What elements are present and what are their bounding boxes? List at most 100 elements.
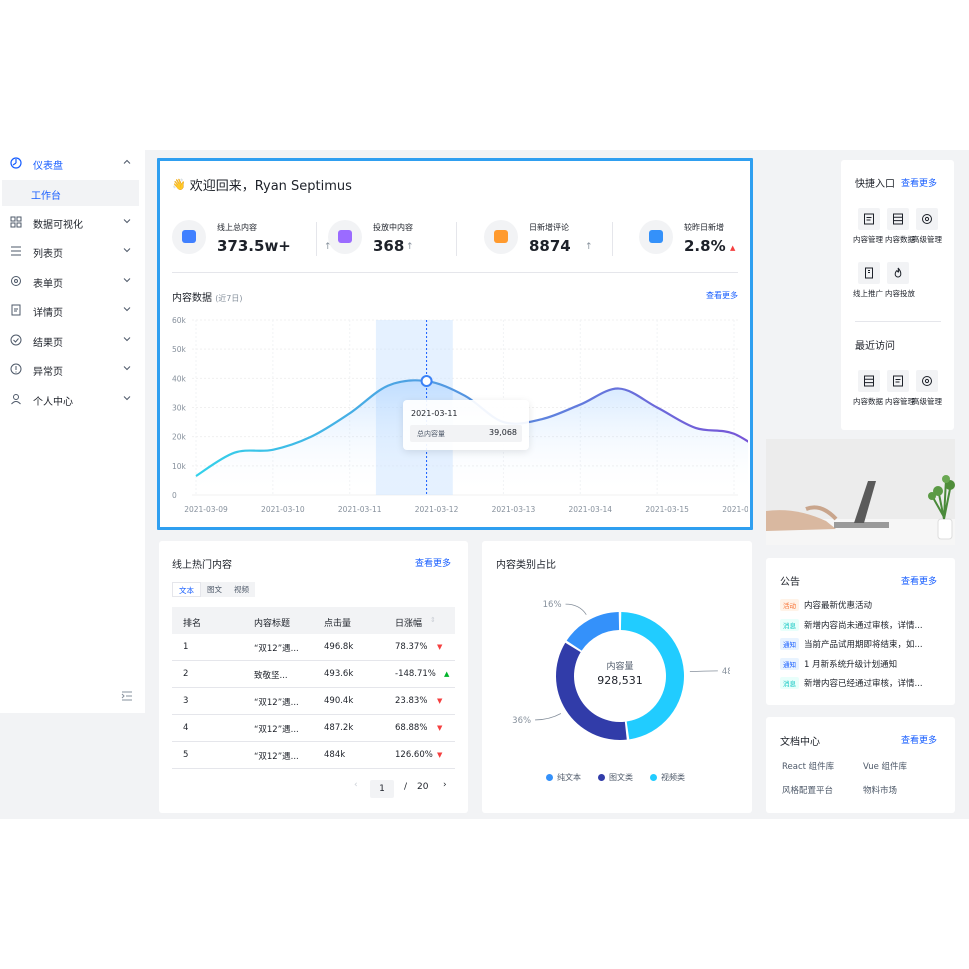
legend-item[interactable]: 纯文本 [546, 772, 581, 783]
cell-clicks: 487.2k [324, 723, 354, 733]
doc-link-material-market[interactable]: 物料市场 [863, 784, 897, 796]
sidebar-item-6[interactable]: 异常页 [0, 356, 145, 382]
x-tick-label: 2021-03-16 [722, 505, 748, 514]
recent-file-text-button[interactable] [887, 370, 909, 392]
chevron-down-icon [123, 219, 131, 224]
notice-item[interactable]: 消息 新增内容已经通过审核，详情... [780, 676, 923, 690]
quick-entry-settings-button[interactable] [916, 208, 938, 230]
quick-entry-file-text-button[interactable] [858, 208, 880, 230]
sidebar-item-label: 结果页 [33, 338, 63, 349]
tab-text[interactable]: 文本 [172, 582, 201, 597]
arrow-down-icon: ▼ [437, 643, 443, 651]
pagination-next-button[interactable]: › [443, 780, 447, 790]
recent-storage-button[interactable] [858, 370, 880, 392]
quick-entry-fire-button[interactable] [887, 262, 909, 284]
y-tick-label: 60k [172, 316, 187, 325]
stat-icon [172, 220, 206, 254]
table-row[interactable]: 1 “双12”遇... 496.8k 78.37% ▼ [172, 634, 455, 661]
pagination-current-page[interactable]: 1 [370, 780, 394, 798]
fire-icon [894, 267, 902, 278]
cell-title: “双12”遇... [254, 644, 299, 654]
stat-card-2: 日新增评论 8874 ↑ [484, 220, 624, 260]
cell-rank: 2 [183, 669, 189, 679]
cell-rank: 1 [183, 642, 189, 652]
notice-text: 1 月新系统升级计划通知 [804, 659, 898, 670]
notice-text: 新增内容已经通过审核，详情... [804, 679, 923, 689]
cell-clicks: 484k [324, 750, 346, 760]
notice-more-link[interactable]: 查看更多 [901, 574, 937, 587]
sidebar-item-5[interactable]: 结果页 [0, 327, 145, 353]
stat-label: 线上总内容 [217, 223, 257, 232]
column-change[interactable]: 日涨幅 [395, 616, 422, 629]
x-tick-label: 2021-03-14 [568, 505, 612, 514]
donut-slice-图文类[interactable] [556, 642, 627, 740]
stat-value: 368 [373, 237, 405, 255]
notice-item[interactable]: 消息 新增内容尚未通过审核，详情... [780, 618, 923, 632]
sort-icon[interactable]: ⇕ [430, 616, 436, 624]
docs-more-link[interactable]: 查看更多 [901, 733, 937, 746]
legend-item[interactable]: 图文类 [598, 772, 633, 783]
legend-item[interactable]: 视频类 [650, 772, 685, 783]
cell-rank: 5 [183, 750, 189, 760]
arrow-down-icon: ▼ [437, 697, 443, 705]
quick-entry-storage-button[interactable] [887, 208, 909, 230]
stat-trend-icon: ↑ [585, 242, 593, 252]
stat-label: 较昨日新增 [684, 223, 724, 232]
cell-rank: 3 [183, 696, 189, 706]
sidebar-subitem-workbench[interactable]: 工作台 [2, 180, 139, 206]
sidebar-item-4[interactable]: 详情页 [0, 297, 145, 323]
doc-link-style-config[interactable]: 风格配置平台 [782, 784, 833, 796]
quick-entry-label: 内容数据 [885, 235, 915, 244]
arrow-up-icon: ▲ [444, 670, 450, 678]
settings-icon [922, 376, 932, 386]
quick-entry-mobile-button[interactable] [858, 262, 880, 284]
column-title: 内容标题 [254, 619, 291, 629]
x-tick-label: 2021-03-11 [338, 505, 382, 514]
notice-item[interactable]: 通知 1 月新系统升级计划通知 [780, 657, 897, 671]
donut-slice-纯文本[interactable] [566, 612, 620, 651]
chevron-down-icon [123, 366, 131, 371]
pagination-separator: / [404, 782, 408, 792]
doc-link-react[interactable]: React 组件库 [782, 760, 834, 772]
tab-image-text[interactable]: 图文 [201, 582, 228, 597]
wave-emoji-icon: 👋 [172, 178, 186, 191]
stat-label: 日新增评论 [529, 223, 569, 232]
sidebar-item-1[interactable]: 数据可视化 [0, 209, 145, 235]
tab-video[interactable]: 视频 [228, 582, 255, 597]
banner-image [766, 439, 955, 545]
notice-item[interactable]: 活动 内容最新优惠活动 [780, 598, 872, 612]
sidebar-item-0[interactable]: 仪表盘 [0, 150, 145, 176]
storage-icon [893, 213, 903, 225]
cell-rank: 4 [183, 723, 189, 733]
quick-entry-label: 内容投放 [885, 289, 915, 298]
quick-entry-more-link[interactable]: 查看更多 [901, 176, 937, 189]
sidebar-item-label: 个人中心 [33, 397, 73, 408]
menu-fold-icon[interactable] [121, 690, 133, 702]
doc-link-vue[interactable]: Vue 组件库 [863, 760, 907, 772]
stat-separator [456, 222, 457, 256]
chevron-down-icon [123, 337, 131, 342]
table-row[interactable]: 5 “双12”遇... 484k 126.60% ▼ [172, 742, 455, 769]
pagination-total: 20 [417, 782, 429, 792]
tooltip-value: 39,068 [489, 428, 517, 437]
donut-label: 16% [543, 600, 562, 610]
notice-item[interactable]: 通知 当前产品试用期即将结束，如... [780, 637, 923, 651]
table-row[interactable]: 3 “双12”遇... 490.4k 23.83% ▼ [172, 688, 455, 715]
sidebar-item-label: 仪表盘 [33, 161, 63, 172]
sidebar-item-3[interactable]: 表单页 [0, 268, 145, 294]
arrow-down-icon: ▼ [437, 724, 443, 732]
sidebar-item-7[interactable]: 个人中心 [0, 386, 145, 412]
x-tick-label: 2021-03-15 [645, 505, 689, 514]
content-data-more-link[interactable]: 查看更多 [706, 290, 738, 301]
sidebar-item-2[interactable]: 列表页 [0, 238, 145, 264]
sidebar-item-label: 详情页 [33, 308, 63, 319]
notice-text: 新增内容尚未通过审核，详情... [804, 620, 923, 631]
active-point[interactable] [420, 375, 433, 388]
hot-content-more-link[interactable]: 查看更多 [415, 556, 451, 569]
table-row[interactable]: 2 致敬坚... 493.6k -148.71% ▲ [172, 661, 455, 688]
y-tick-label: 10k [172, 462, 187, 471]
pagination-prev-button[interactable]: ‹ [354, 780, 358, 790]
table-row[interactable]: 4 “双12”遇... 487.2k 68.88% ▼ [172, 715, 455, 742]
recent-settings-button[interactable] [916, 370, 938, 392]
stats-divider [172, 272, 738, 273]
